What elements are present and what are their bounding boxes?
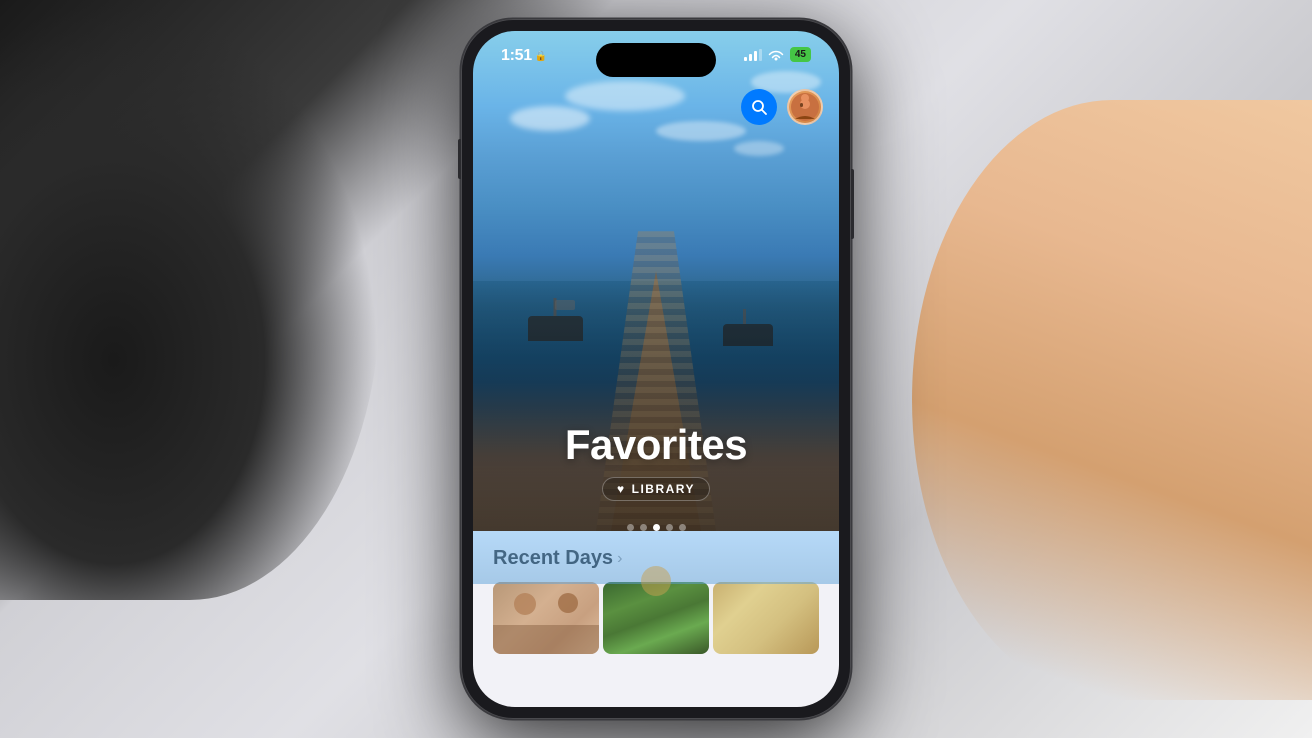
status-time: 1:51 🔒	[501, 47, 547, 65]
top-actions	[741, 89, 823, 125]
dot-3-active	[653, 524, 660, 531]
search-button[interactable]	[741, 89, 777, 125]
photo-title-area: Favorites ♥ LIBRARY	[473, 401, 839, 531]
photo-subtitle: ♥ LIBRARY	[602, 477, 710, 501]
bottom-section: Recent Days ›	[473, 531, 839, 707]
signal-icon	[744, 49, 762, 61]
photo-title: Favorites	[493, 421, 819, 469]
dynamic-island	[596, 43, 716, 77]
dot-5	[679, 524, 686, 531]
phone-screen: 1:51 🔒	[473, 31, 839, 707]
page-dots	[473, 524, 839, 531]
avatar-button[interactable]	[787, 89, 823, 125]
cloud-5	[734, 141, 784, 156]
battery-indicator: 45	[790, 47, 811, 62]
dot-2	[640, 524, 647, 531]
phone-shell: 1:51 🔒	[461, 19, 851, 719]
cloud-2	[565, 81, 685, 111]
avatar-icon	[791, 93, 819, 121]
time-display: 1:51	[501, 47, 532, 65]
library-label: LIBRARY	[632, 482, 695, 496]
dot-4	[666, 524, 673, 531]
search-icon	[751, 99, 767, 115]
dot-1	[627, 524, 634, 531]
phone-wrapper: 1:51 🔒	[461, 19, 851, 719]
status-right: 45	[744, 47, 811, 62]
lock-icon: 🔒	[535, 51, 547, 62]
thumbnail-3[interactable]	[713, 582, 819, 654]
hand-background	[912, 100, 1312, 700]
cloud-3	[656, 121, 746, 141]
camera-background	[0, 0, 380, 600]
wifi-icon	[768, 49, 784, 61]
heart-icon: ♥	[617, 482, 626, 496]
thumbnail-1[interactable]	[493, 582, 599, 654]
cloud-1	[510, 106, 590, 131]
thumbnails-row	[493, 582, 819, 654]
